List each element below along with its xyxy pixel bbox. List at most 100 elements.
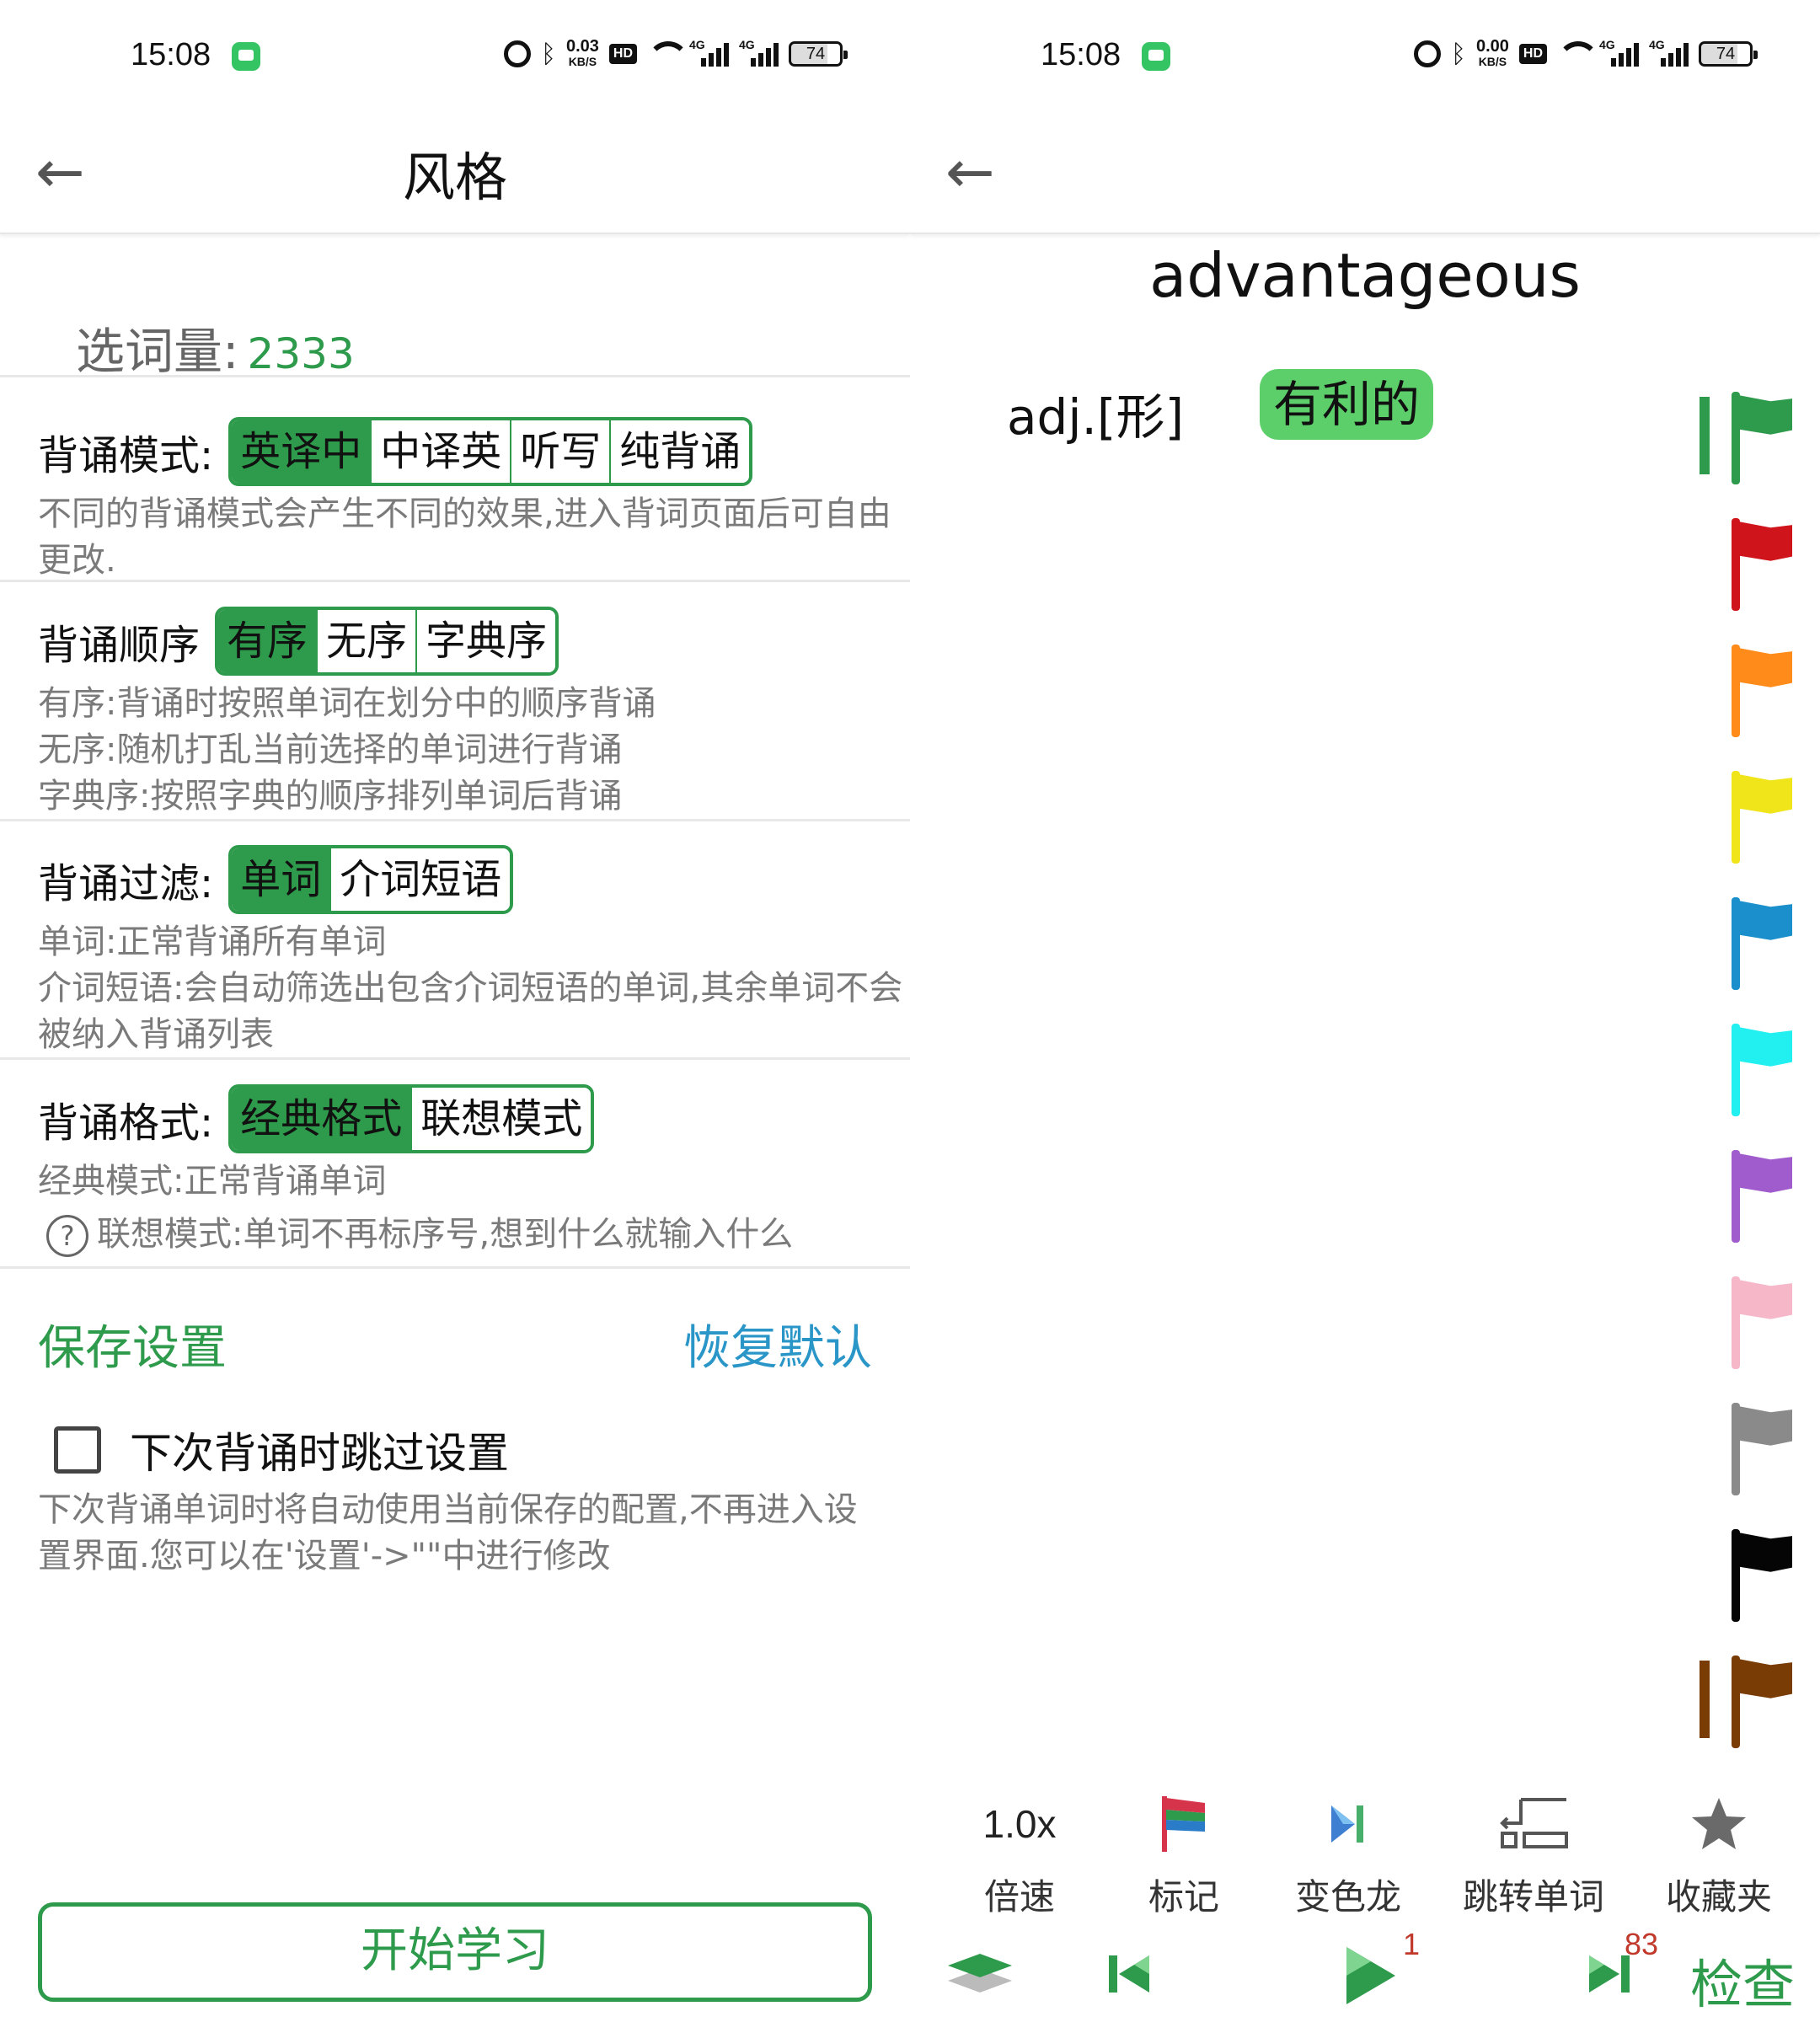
jump-word-tool[interactable]: 跳转单词	[1449, 1786, 1618, 1920]
speed-tool[interactable]: 1.0x 倍速	[935, 1786, 1104, 1920]
hd-icon: HD	[608, 44, 637, 64]
battery-icon: 74	[789, 41, 848, 67]
format-description-1: 经典模式:正常背诵单词	[38, 1162, 387, 1201]
cyan-flag-icon[interactable]	[1732, 1024, 1807, 1116]
message-app-icon	[1142, 42, 1170, 71]
word-count-label: 选词量:	[76, 323, 239, 380]
speed-label: 倍速	[983, 1876, 1055, 1918]
chameleon-tool[interactable]: 变色龙	[1264, 1786, 1432, 1920]
blue-flag-icon[interactable]	[1732, 897, 1807, 990]
filter-description-2: 介词短语:会自动筛选出包含介词短语的单词,其余单词不会被纳入背诵列表	[38, 969, 903, 1054]
format-setting: 背诵格式: 经典格式 联想模式 经典模式:正常背诵单词 ? 联想模式:单词不再标序…	[38, 1084, 906, 1258]
filter-description-1: 单词:正常背诵所有单词	[38, 923, 387, 961]
order-description-1: 有序:背诵时按照单词在划分中的顺序背诵	[38, 684, 656, 723]
bluetooth-icon: ᛒ	[1450, 39, 1466, 69]
filter-label: 背诵过滤:	[38, 860, 214, 907]
signal-icon: 4G	[1599, 38, 1639, 67]
jump-icon	[1500, 1798, 1568, 1848]
brown-flag-icon[interactable]	[1732, 1656, 1807, 1748]
filter-option-phrases[interactable]: 介词短语	[329, 848, 511, 911]
green-flag-icon[interactable]	[1732, 392, 1807, 484]
divider	[0, 375, 910, 377]
status-icons: ᛒ 0.00 KB/S HD 4G 4G 74	[1413, 37, 1758, 71]
bluetooth-icon: ᛒ	[540, 39, 556, 69]
mode-option-en-zh[interactable]: 英译中	[232, 420, 371, 483]
favorites-tool[interactable]: 收藏夹	[1635, 1786, 1803, 1920]
play-count-badge: 1	[1403, 1927, 1421, 1961]
meaning-chip[interactable]: 有利的	[1260, 369, 1434, 440]
order-label: 背诵顺序	[38, 622, 201, 669]
mode-option-recite[interactable]: 纯背诵	[609, 420, 750, 483]
signal-icon-2: 4G	[1649, 38, 1689, 67]
divider	[0, 1057, 910, 1060]
orange-flag-icon[interactable]	[1732, 645, 1807, 737]
part-of-speech: adj.[形]	[1007, 388, 1185, 446]
battery-icon: 74	[1699, 41, 1758, 67]
pink-flag-icon[interactable]	[1732, 1276, 1807, 1369]
status-time: 15:08	[1041, 37, 1121, 72]
purple-flag-icon[interactable]	[1732, 1150, 1807, 1243]
start-learning-button[interactable]: 开始学习	[38, 1902, 872, 2002]
mark-tool[interactable]: 标记	[1100, 1786, 1268, 1920]
format-option-association[interactable]: 联想模式	[410, 1088, 592, 1150]
order-setting: 背诵顺序 有序 无序 字典序 有序:背诵时按照单词在划分中的顺序背诵 无序:随机…	[38, 607, 906, 820]
alarm-icon	[503, 40, 531, 67]
settings-screen: 15:08 ᛒ 0.03 KB/S HD 4G 4G 74 ← 风格 选词量: 23…	[0, 0, 910, 2022]
mode-option-dictation[interactable]: 听写	[510, 420, 610, 483]
word-study-screen: 15:08 ᛒ 0.00 KB/S HD 4G 4G 74 ← advantage…	[910, 0, 1820, 2022]
yellow-flag-icon[interactable]	[1732, 771, 1807, 864]
favorites-label: 收藏夹	[1665, 1876, 1772, 1918]
word-count-value: 2333	[247, 329, 355, 378]
reset-default-button[interactable]: 恢复默认	[683, 1310, 872, 1378]
status-icons: ᛒ 0.03 KB/S HD 4G 4G 74	[503, 37, 848, 71]
network-speed: 0.00 KB/S	[1475, 37, 1509, 68]
format-description-2-row: ? 联想模式:单词不再标序号,想到什么就输入什么	[38, 1212, 906, 1258]
chameleon-label: 变色龙	[1294, 1876, 1401, 1918]
flag-range-bar	[1700, 1661, 1710, 1738]
check-button[interactable]: 检查	[1690, 1942, 1795, 2018]
order-option-random[interactable]: 无序	[316, 610, 416, 672]
status-bar: 15:08 ᛒ 0.00 KB/S HD 4G 4G 74	[910, 0, 1820, 110]
layers-icon[interactable]	[948, 1950, 1015, 2001]
message-app-icon	[232, 42, 260, 71]
gray-flag-icon[interactable]	[1732, 1403, 1807, 1495]
signal-icon: 4G	[689, 38, 729, 67]
mode-option-zh-en[interactable]: 中译英	[370, 420, 511, 483]
previous-icon[interactable]	[1104, 1949, 1154, 1999]
status-time: 15:08	[131, 37, 211, 72]
red-flag-icon[interactable]	[1732, 518, 1807, 611]
divider	[0, 1266, 910, 1269]
divider	[0, 580, 910, 582]
hd-icon: HD	[1518, 44, 1547, 64]
chameleon-icon	[1331, 1805, 1363, 1843]
filter-option-words[interactable]: 单词	[232, 848, 330, 911]
filter-segmented-control: 单词 介词短语	[228, 845, 514, 914]
format-label: 背诵格式:	[38, 1099, 214, 1147]
skip-settings-checkbox[interactable]	[54, 1426, 101, 1474]
order-segmented-control: 有序 无序 字典序	[215, 607, 559, 676]
order-option-alphabetical[interactable]: 字典序	[415, 610, 556, 672]
word-title: advantageous	[1149, 240, 1581, 311]
back-arrow-icon[interactable]: ←	[945, 138, 1013, 206]
wifi-icon	[1557, 41, 1599, 67]
jump-word-label: 跳转单词	[1462, 1876, 1604, 1918]
order-option-ordered[interactable]: 有序	[218, 610, 317, 672]
save-settings-button[interactable]: 保存设置	[38, 1310, 227, 1378]
flag-icon	[1162, 1796, 1205, 1852]
network-speed: 0.03 KB/S	[565, 37, 599, 68]
skip-settings-label[interactable]: 下次背诵时跳过设置	[130, 1420, 509, 1480]
remaining-count-badge: 83	[1625, 1927, 1659, 1961]
playback-controls: 1 83 检查	[910, 1927, 1820, 2018]
order-description-2: 无序:随机打乱当前选择的单词进行背诵	[38, 730, 623, 769]
speed-value: 1.0x	[982, 1802, 1057, 1846]
mode-setting: 背诵模式: 英译中 中译英 听写 纯背诵 不同的背诵模式会产生不同的效果,进入背…	[38, 417, 906, 584]
mode-description: 不同的背诵模式会产生不同的效果,进入背词页面后可自由更改.	[38, 495, 891, 580]
mode-segmented-control: 英译中 中译英 听写 纯背诵	[228, 417, 753, 486]
format-description-2: 联想模式:单词不再标序号,想到什么就输入什么	[97, 1215, 794, 1254]
help-icon[interactable]: ?	[46, 1215, 88, 1257]
format-option-classic[interactable]: 经典格式	[232, 1088, 411, 1150]
black-flag-icon[interactable]	[1732, 1529, 1807, 1622]
flag-range-bar	[1700, 397, 1710, 474]
app-bar: ←	[910, 110, 1820, 234]
play-icon[interactable]	[1340, 1942, 1399, 2009]
